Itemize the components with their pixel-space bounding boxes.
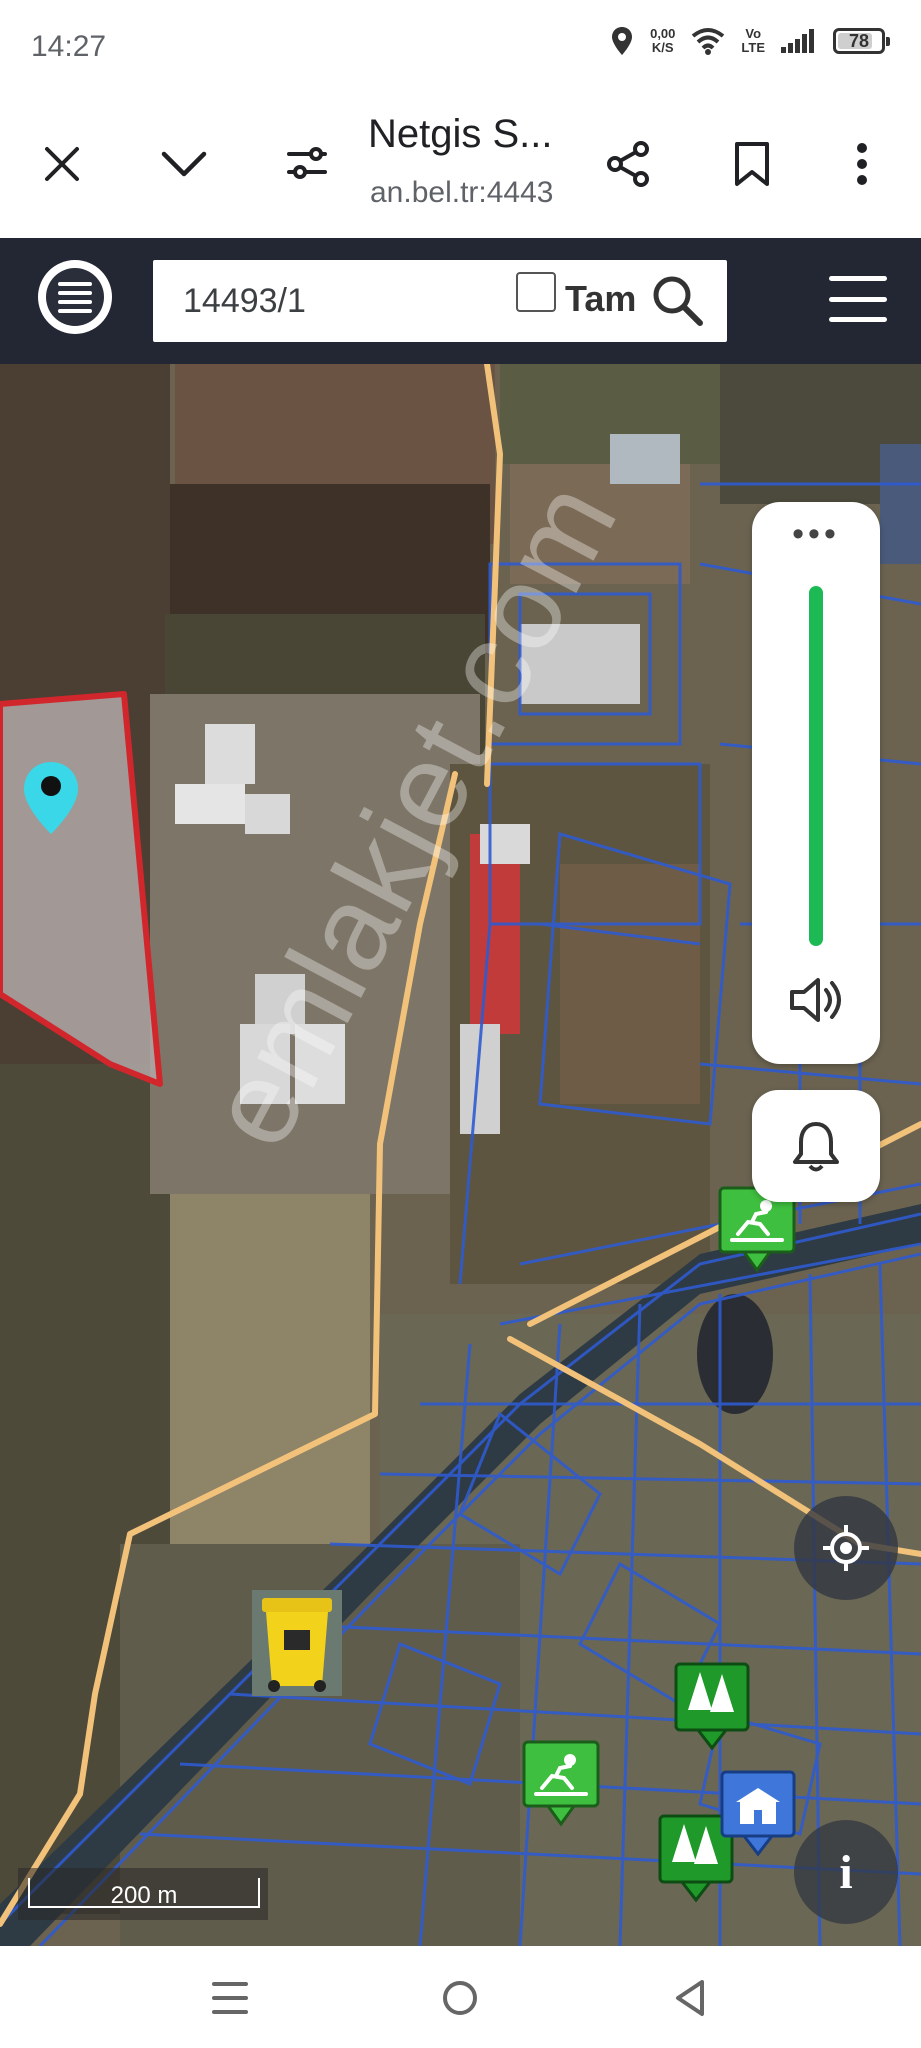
volte-bottom: LTE — [741, 40, 765, 55]
layers-button[interactable] — [38, 260, 112, 334]
scale-line: 200 m — [28, 1878, 260, 1909]
site-settings-icon[interactable] — [277, 134, 337, 194]
tam-label[interactable]: Tam — [565, 278, 636, 320]
fitness-park-poi-icon-2[interactable] — [520, 1738, 602, 1828]
map-view[interactable]: emlakjet.com ••• i 200 m — [0, 364, 921, 1946]
tam-checkbox[interactable] — [516, 272, 556, 312]
bookmark-icon[interactable] — [722, 134, 782, 194]
search-box: Tam — [153, 260, 727, 342]
status-time: 14:27 — [31, 30, 107, 63]
volume-slider[interactable] — [809, 586, 823, 946]
status-bar: 14:27 0,00 K/S Vo LTE 78 — [0, 0, 921, 92]
volume-panel: ••• — [752, 502, 880, 1064]
volte-indicator: Vo LTE — [741, 27, 765, 55]
volume-more-icon[interactable]: ••• — [752, 517, 880, 551]
speaker-icon[interactable] — [786, 970, 846, 1030]
map-scale: 200 m — [18, 1868, 268, 1920]
battery-icon: 78 — [833, 28, 890, 54]
share-icon[interactable] — [598, 134, 658, 194]
wifi-icon — [692, 28, 725, 55]
net-speed-value: 0,00 — [650, 26, 676, 41]
signal-icon — [781, 29, 814, 53]
volte-top: Vo — [745, 26, 762, 41]
tab-title[interactable]: Netgis S... — [368, 112, 553, 157]
recycle-bin-icon[interactable] — [252, 1590, 342, 1696]
battery-level: 78 — [848, 30, 870, 51]
home-icon[interactable] — [430, 1970, 490, 2026]
layers-icon — [46, 268, 104, 326]
close-icon[interactable] — [32, 134, 92, 194]
system-nav-bar — [0, 1946, 921, 2048]
location-pin-icon[interactable] — [22, 760, 80, 836]
chevron-down-icon[interactable] — [154, 134, 214, 194]
search-icon[interactable] — [650, 273, 706, 329]
my-location-button[interactable] — [794, 1496, 898, 1600]
net-speed-unit: K/S — [651, 40, 674, 55]
school-poi-icon[interactable] — [718, 1768, 798, 1858]
browser-toolbar: Netgis S... an.bel.tr:4443 — [0, 92, 921, 238]
tab-url[interactable]: an.bel.tr:4443 — [370, 176, 553, 210]
forest-poi-icon[interactable] — [672, 1660, 752, 1752]
bell-icon — [793, 1122, 839, 1172]
crosshair-icon — [823, 1525, 869, 1571]
search-input[interactable] — [183, 278, 503, 324]
scale-label: 200 m — [110, 1882, 178, 1909]
hamburger-menu-icon[interactable] — [829, 276, 887, 322]
net-speed: 0,00 K/S — [650, 27, 675, 55]
recent-apps-icon[interactable] — [200, 1970, 260, 2026]
info-button[interactable]: i — [794, 1820, 898, 1924]
location-icon — [612, 27, 633, 55]
back-icon[interactable] — [660, 1970, 720, 2026]
status-icons: 0,00 K/S Vo LTE 78 — [610, 26, 890, 56]
more-vert-icon[interactable] — [832, 134, 892, 194]
app-header: Tam — [0, 238, 921, 364]
notification-toggle[interactable] — [752, 1090, 880, 1202]
